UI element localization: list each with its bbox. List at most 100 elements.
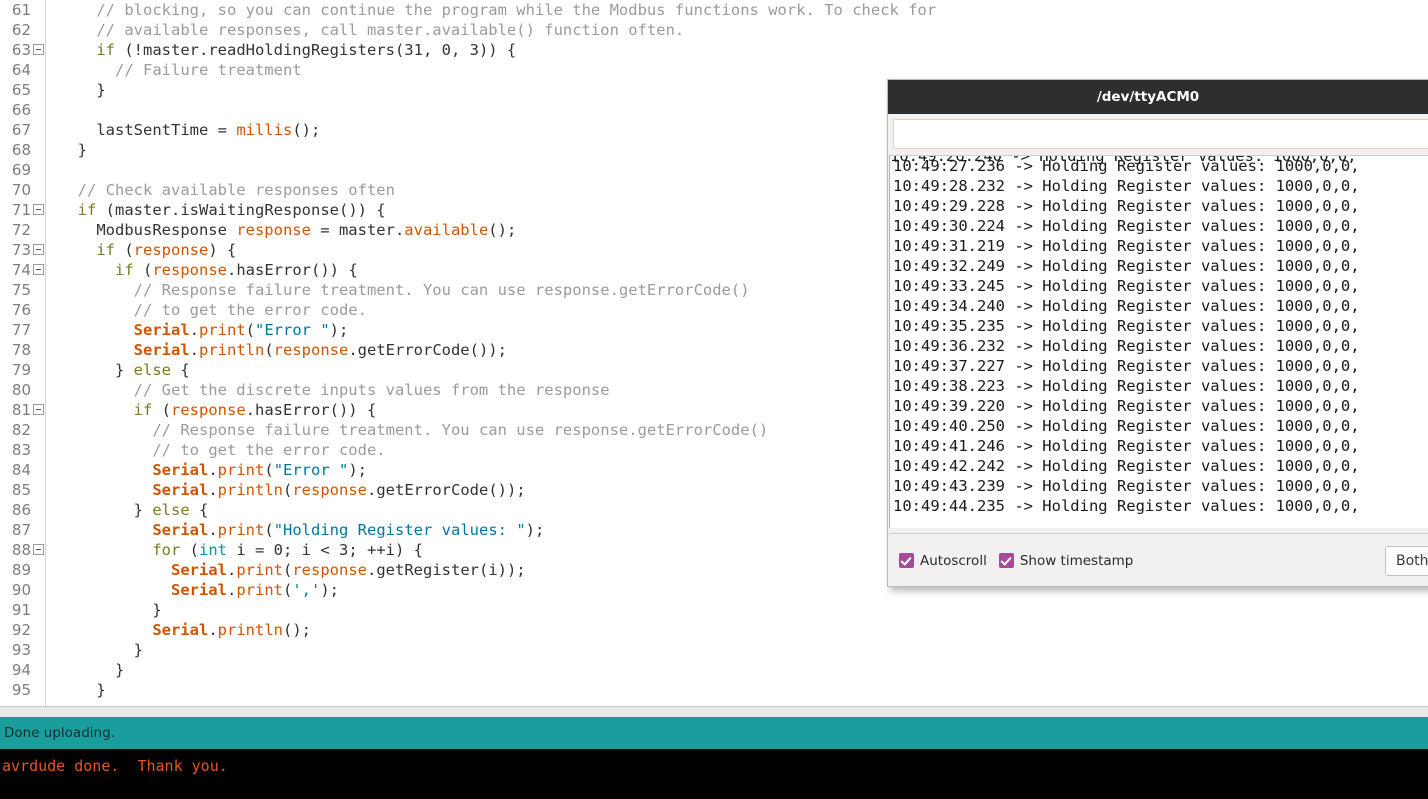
serial-log-line: 10:49:33.245 -> Holding Register values:… <box>893 277 1360 295</box>
line-number: 91 <box>0 600 45 620</box>
console-line: avrdude done. Thank you. <box>2 757 228 775</box>
serial-log-line: 10:49:32.249 -> Holding Register values:… <box>893 257 1360 275</box>
serial-monitor-body: 10:49:26.240 -> Holding Register values:… <box>888 114 1428 586</box>
fold-collapse-icon[interactable] <box>33 404 44 415</box>
fold-collapse-icon[interactable] <box>33 244 44 255</box>
line-ending-dropdown[interactable]: Both <box>1385 545 1428 576</box>
serial-log-line: 10:49:39.220 -> Holding Register values:… <box>893 397 1360 415</box>
serial-log-line: 10:49:40.250 -> Holding Register values:… <box>893 417 1360 435</box>
autoscroll-checkbox[interactable]: Autoscroll <box>899 553 987 569</box>
line-number: 87 <box>0 520 45 540</box>
fold-collapse-icon[interactable] <box>33 264 44 275</box>
line-number: 62 <box>0 20 45 40</box>
code-line-text: Serial.println(); <box>152 621 311 639</box>
line-number: 64 <box>0 60 45 80</box>
serial-send-row <box>888 114 1428 154</box>
fold-collapse-icon[interactable] <box>33 44 44 55</box>
code-line-text: // Failure treatment <box>115 61 302 79</box>
line-number: 63 <box>0 40 45 60</box>
serial-monitor-footer: Autoscroll Show timestamp Both <box>889 533 1428 586</box>
line-number: 61 <box>0 0 45 20</box>
code-line[interactable]: 91 } <box>0 600 1428 620</box>
line-number: 90 <box>0 580 45 600</box>
serial-log-partial-line: 10:49:26.240 -> Holding Register values:… <box>890 156 1428 166</box>
serial-log-line: 10:49:36.232 -> Holding Register values:… <box>893 337 1360 355</box>
code-line[interactable]: 92 Serial.println(); <box>0 620 1428 640</box>
serial-log-line: 10:49:28.232 -> Holding Register values:… <box>893 177 1360 195</box>
line-number: 66 <box>0 100 45 120</box>
code-line[interactable]: 64 // Failure treatment <box>0 60 1428 80</box>
line-number: 94 <box>0 660 45 680</box>
serial-monitor-title: /dev/ttyACM0 <box>1096 89 1200 105</box>
serial-log-line-partial: 10:49:26.240 -> Holding Register values:… <box>890 156 1357 165</box>
line-number: 77 <box>0 320 45 340</box>
line-number: 65 <box>0 80 45 100</box>
code-line[interactable]: 94 } <box>0 660 1428 680</box>
line-number: 84 <box>0 460 45 480</box>
fold-collapse-icon[interactable] <box>33 544 44 555</box>
code-line[interactable]: 63 if (!master.readHoldingRegisters(31, … <box>0 40 1428 60</box>
serial-log-line: 10:49:43.239 -> Holding Register values:… <box>893 477 1360 495</box>
line-number: 95 <box>0 680 45 700</box>
line-number: 75 <box>0 280 45 300</box>
code-line-text: } <box>59 601 162 619</box>
code-line[interactable]: 95 } <box>0 680 1428 700</box>
serial-log-line: 10:49:31.219 -> Holding Register values:… <box>893 237 1360 255</box>
line-number: 80 <box>0 380 45 400</box>
code-line-text: } <box>59 641 143 659</box>
code-line-text: if (!master.readHoldingRegisters(31, 0, … <box>96 41 517 59</box>
line-number: 88 <box>0 540 45 560</box>
line-number: 68 <box>0 140 45 160</box>
line-number: 92 <box>0 620 45 640</box>
console-lines: avrdude done. Thank you. <box>2 757 1428 775</box>
editor-bottom-edge <box>0 706 1428 717</box>
line-number: 85 <box>0 480 45 500</box>
serial-log-output[interactable]: 10:49:26.240 -> Holding Register values:… <box>889 155 1428 528</box>
line-number: 71 <box>0 200 45 220</box>
code-line-text: // blocking, so you can continue the pro… <box>96 1 937 19</box>
status-message: Done uploading. <box>4 725 115 741</box>
line-number: 67 <box>0 120 45 140</box>
serial-log-line: 10:49:30.224 -> Holding Register values:… <box>893 217 1360 235</box>
code-line[interactable]: 61 // blocking, so you can continue the … <box>0 0 1428 20</box>
serial-log-line: 10:49:37.227 -> Holding Register values:… <box>893 357 1360 375</box>
serial-monitor-window[interactable]: /dev/ttyACM0 10:49:26.240 -> Holding Reg… <box>887 79 1428 587</box>
serial-log-line: 10:49:34.240 -> Holding Register values:… <box>893 297 1360 315</box>
line-number: 82 <box>0 420 45 440</box>
line-number: 89 <box>0 560 45 580</box>
serial-log-line: 10:49:35.235 -> Holding Register values:… <box>893 317 1360 335</box>
show-timestamp-label: Show timestamp <box>1019 552 1134 569</box>
line-number: 76 <box>0 300 45 320</box>
code-line-text: // available responses, call master.avai… <box>96 21 685 39</box>
code-line[interactable]: 93 } <box>0 640 1428 660</box>
code-line-text: } <box>59 661 125 679</box>
line-number: 72 <box>0 220 45 240</box>
checkbox-checked-icon[interactable] <box>899 553 914 568</box>
serial-log-line: 10:49:38.223 -> Holding Register values:… <box>893 377 1360 395</box>
line-number: 70 <box>0 180 45 200</box>
build-console[interactable]: avrdude done. Thank you. <box>0 749 1428 799</box>
serial-log-line: 10:49:29.228 -> Holding Register values:… <box>893 197 1360 215</box>
line-ending-value: Both <box>1396 552 1428 569</box>
status-bar: Done uploading. <box>0 717 1428 749</box>
autoscroll-label: Autoscroll <box>920 552 987 569</box>
serial-log-line: 10:49:44.235 -> Holding Register values:… <box>893 497 1360 515</box>
line-number: 78 <box>0 340 45 360</box>
line-number: 86 <box>0 500 45 520</box>
checkbox-checked-icon[interactable] <box>998 553 1014 568</box>
show-timestamp-checkbox[interactable]: Show timestamp <box>998 552 1134 569</box>
line-number: 79 <box>0 360 45 380</box>
line-number: 93 <box>0 640 45 660</box>
line-number: 73 <box>0 240 45 260</box>
line-number: 69 <box>0 160 45 180</box>
serial-send-input[interactable] <box>893 119 1428 149</box>
code-line-text: } <box>59 681 106 699</box>
serial-log-line: 10:49:42.242 -> Holding Register values:… <box>893 457 1360 475</box>
line-number: 83 <box>0 440 45 460</box>
fold-collapse-icon[interactable] <box>33 204 44 215</box>
serial-log-line: 10:49:41.246 -> Holding Register values:… <box>893 437 1360 455</box>
arduino-ide-window: 61 // blocking, so you can continue the … <box>0 0 1428 799</box>
line-number: 81 <box>0 400 45 420</box>
serial-monitor-titlebar[interactable]: /dev/ttyACM0 <box>888 80 1428 114</box>
code-line[interactable]: 62 // available responses, call master.a… <box>0 20 1428 40</box>
